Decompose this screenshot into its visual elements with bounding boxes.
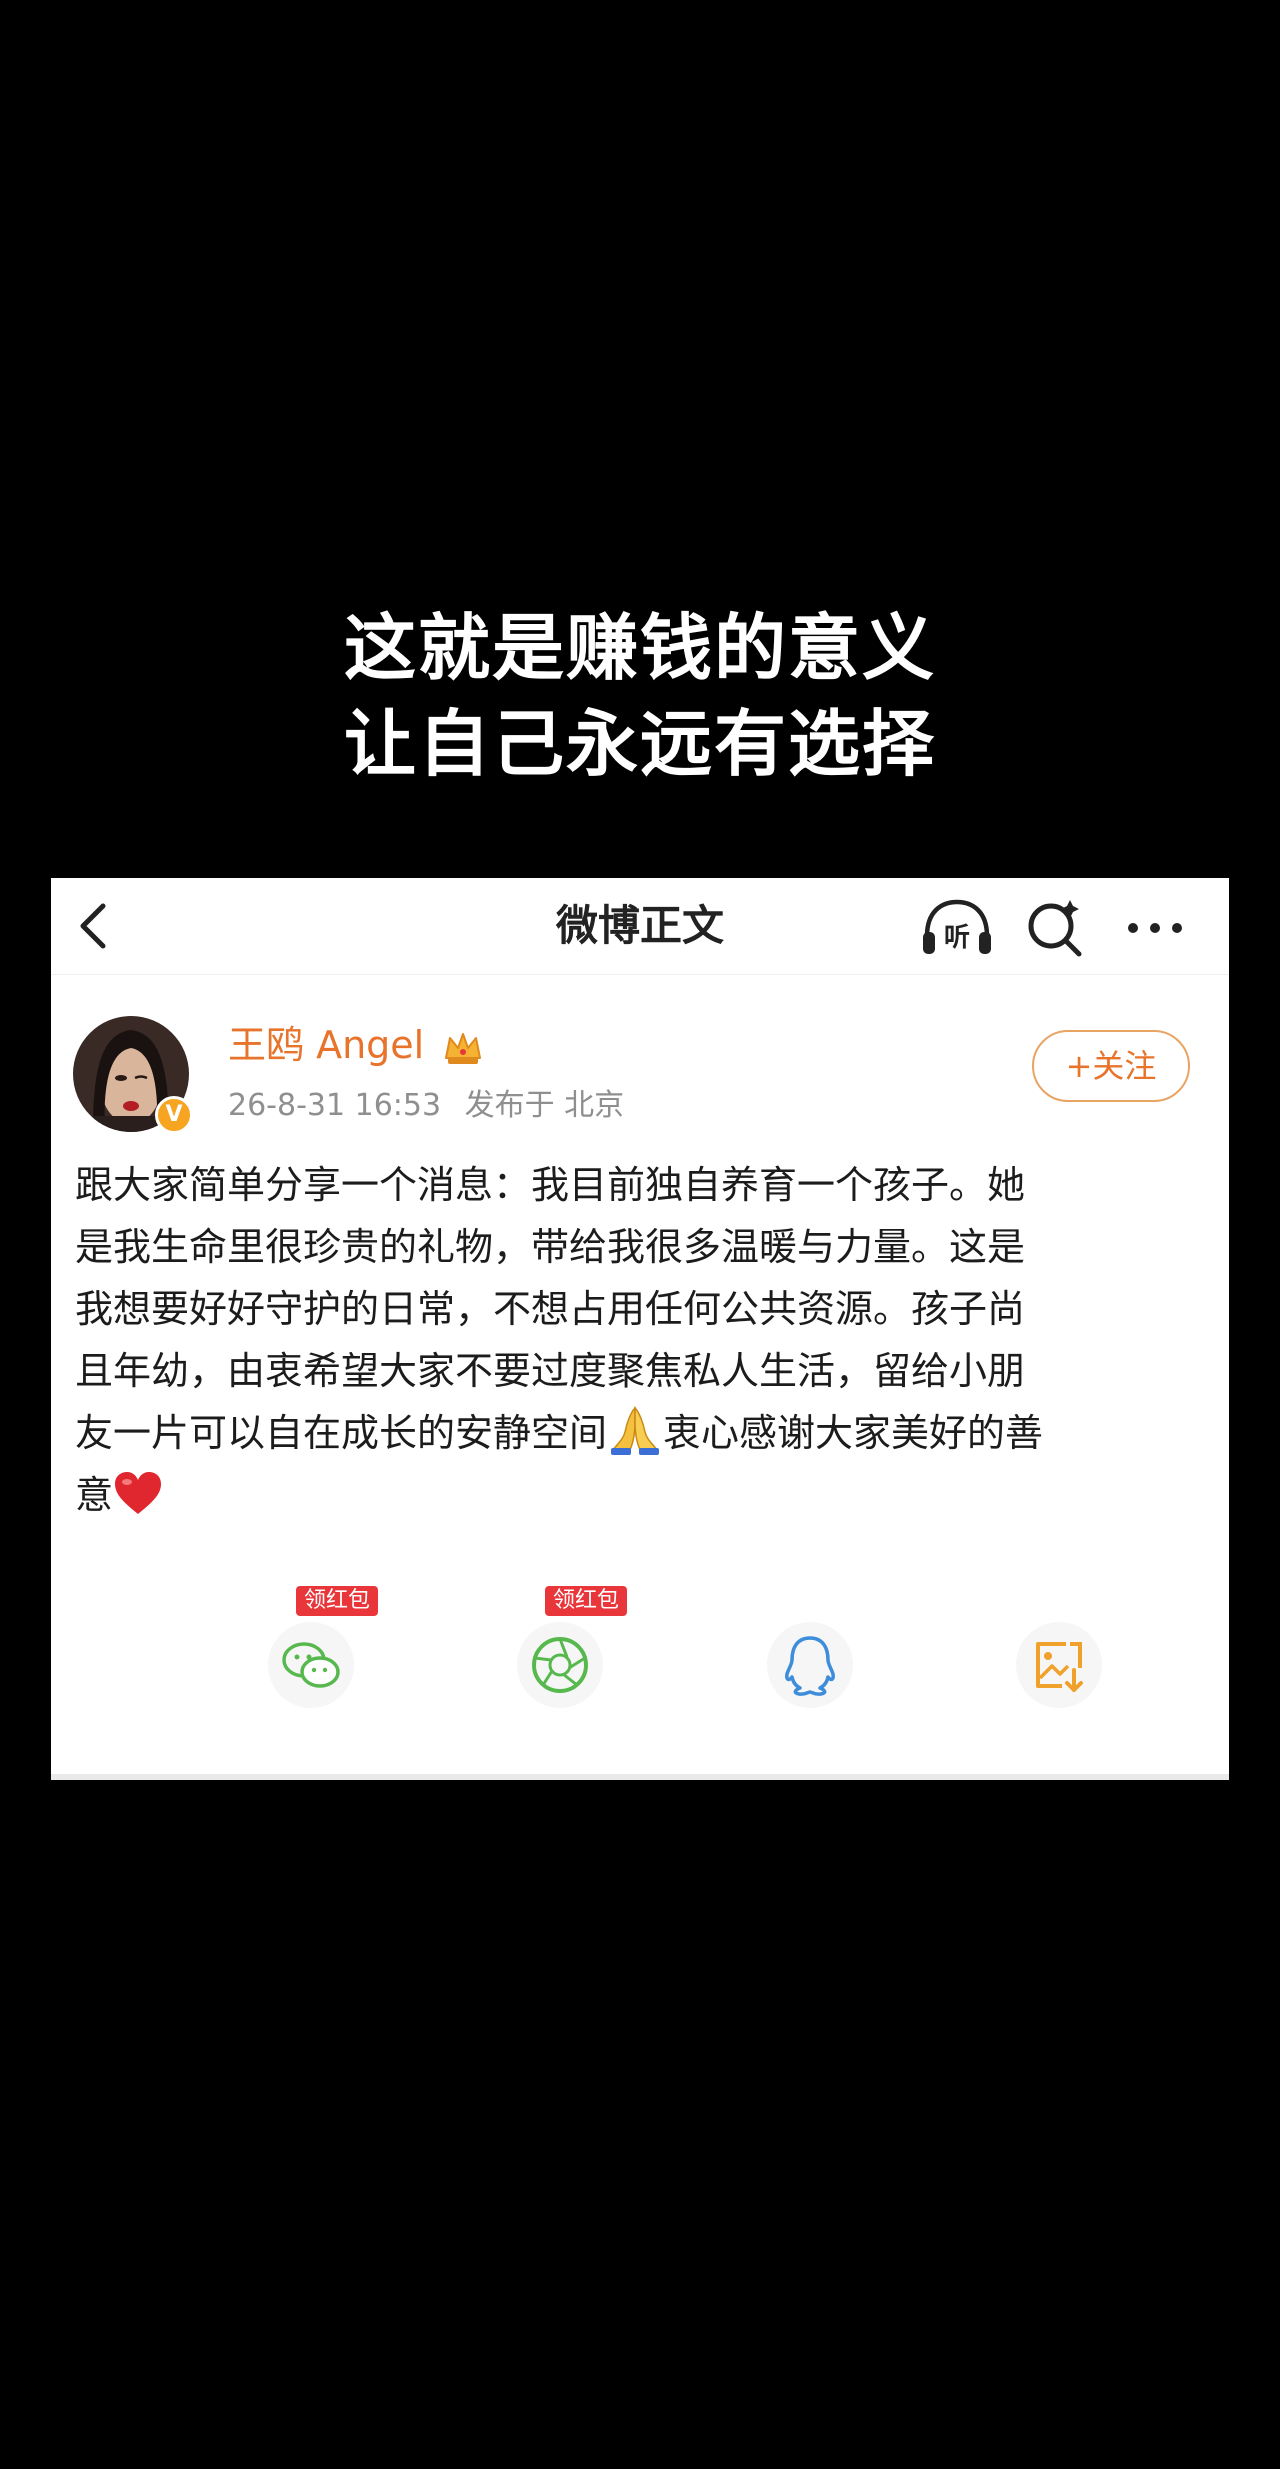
post-line: 跟大家简单分享一个消息：我目前独自养育一个孩子。她 bbox=[75, 1163, 1026, 1207]
save-image-button[interactable] bbox=[1004, 1604, 1114, 1714]
share-moments-button[interactable]: 领红包 bbox=[505, 1586, 628, 1714]
post-line: 意 bbox=[75, 1464, 1215, 1526]
crown-icon bbox=[445, 1032, 482, 1064]
share-qq-button[interactable] bbox=[755, 1604, 865, 1714]
post-location: 发布于 北京 bbox=[464, 1088, 625, 1123]
post-line: 我想要好好守护的日常，不想占用任何公共资源。孩子尚 bbox=[75, 1287, 1026, 1331]
top-navbar: 微博正文 听 bbox=[51, 878, 1229, 975]
video-caption: 这就是赚钱的意义 让自己永远有选择 bbox=[0, 600, 1280, 792]
post-line-text: 意 bbox=[75, 1473, 114, 1517]
post-line: 是我生命里很珍贵的礼物，带给我很多温暖与力量。这是 bbox=[75, 1225, 1026, 1269]
post-line: 且年幼，由衷希望大家不要过度聚焦私人生活，留给小朋 bbox=[75, 1349, 1026, 1393]
listen-icon[interactable]: 听 bbox=[919, 898, 995, 958]
qq-icon bbox=[785, 1636, 835, 1696]
post-body: 跟大家简单分享一个消息：我目前独自养育一个孩子。她 是我生命里很珍贵的礼物，带给… bbox=[75, 1154, 1215, 1526]
red-packet-tag: 领红包 bbox=[296, 1586, 379, 1616]
post-line: 友一片可以自在成长的安静空间 衷心感谢大家美好的善 bbox=[75, 1402, 1215, 1464]
wechat-icon bbox=[282, 1642, 340, 1688]
username-text[interactable]: 王鸥 Angel bbox=[228, 1023, 424, 1067]
weibo-post-card: 微博正文 听 V 王鸥 Angel 26-8-31 16:53 发布于 北京 +… bbox=[51, 878, 1229, 1780]
search-icon[interactable] bbox=[1023, 898, 1087, 958]
listen-label: 听 bbox=[944, 923, 970, 953]
heart-emoji-icon bbox=[115, 1472, 162, 1514]
post-meta: 26-8-31 16:53 发布于 北京 bbox=[228, 1086, 638, 1126]
username[interactable]: 王鸥 Angel bbox=[228, 1020, 484, 1070]
share-wechat-button[interactable]: 领红包 bbox=[256, 1586, 379, 1714]
caption-line-1: 这就是赚钱的意义 bbox=[343, 606, 936, 690]
post-timestamp: 26-8-31 16:53 bbox=[228, 1088, 442, 1123]
follow-button[interactable]: +关注 bbox=[1032, 1030, 1190, 1102]
moments-icon bbox=[532, 1637, 588, 1693]
post-line-text: 衷心感谢大家美好的善 bbox=[663, 1411, 1044, 1455]
more-icon[interactable] bbox=[1123, 908, 1187, 948]
caption-line-2: 让自己永远有选择 bbox=[343, 702, 936, 786]
post-line-text: 友一片可以自在成长的安静空间 bbox=[75, 1411, 608, 1455]
card-divider bbox=[51, 1774, 1229, 1780]
pray-emoji-icon bbox=[611, 1406, 660, 1455]
red-packet-tag: 领红包 bbox=[545, 1586, 628, 1616]
verified-badge: V bbox=[155, 1096, 193, 1134]
save-image-icon bbox=[1036, 1642, 1083, 1692]
